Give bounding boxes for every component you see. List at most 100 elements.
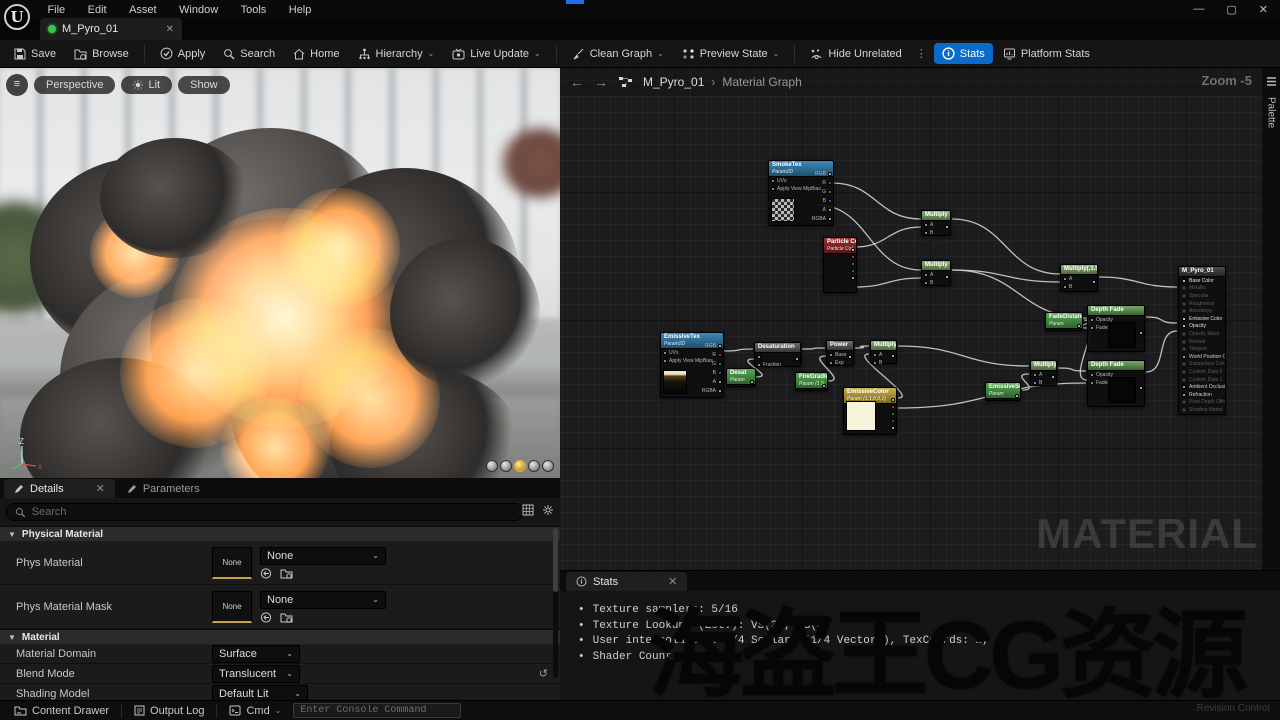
- perspective-button[interactable]: Perspective: [34, 76, 115, 94]
- graph-node-smoke-tex[interactable]: SmokeTexParam2DUVsApply View MipBiasRGBR…: [768, 160, 834, 226]
- hide-unrelated-button[interactable]: Hide Unrelated: [802, 44, 909, 64]
- graph-node-multiply-d[interactable]: MultiplyAB: [1030, 360, 1057, 386]
- tab-m-pyro-01[interactable]: M_Pyro_01 ✕: [40, 18, 182, 40]
- graph-node-particle-color[interactable]: Particle ColorParticle Color: [823, 237, 857, 293]
- output-pin[interactable]: [750, 380, 754, 384]
- graph-node-multiply-a[interactable]: MultiplyAB: [921, 210, 951, 236]
- input-pin[interactable]: B: [1061, 283, 1097, 291]
- output-pin[interactable]: [945, 225, 949, 229]
- graph-node-depth-fade-1[interactable]: Depth FadeOpacityFadeDistance: [1087, 305, 1145, 352]
- output-pin[interactable]: Emissive Color: [1179, 315, 1225, 323]
- output-pin[interactable]: RGB: [815, 171, 832, 177]
- settings-gear-icon[interactable]: [542, 504, 554, 516]
- palette-sidebar-tab[interactable]: Palette: [1262, 68, 1280, 570]
- material-preview-viewport[interactable]: ≡ Perspective Lit Show Z x: [0, 68, 560, 478]
- graph-node-output[interactable]: M_Pyro_01Base ColorMetallicSpecularRough…: [1178, 266, 1226, 415]
- output-pin[interactable]: [891, 354, 895, 358]
- input-pin[interactable]: B: [871, 359, 896, 367]
- platform-stats-button[interactable]: Platform Stats: [995, 44, 1098, 64]
- output-pin[interactable]: R: [712, 352, 722, 358]
- output-pin[interactable]: Opacity: [1179, 323, 1225, 331]
- nav-back-icon[interactable]: ←: [570, 74, 584, 90]
- menu-file[interactable]: File: [38, 2, 74, 18]
- graph-node-power[interactable]: PowerBaseExp: [826, 340, 854, 366]
- graph-node-desat-param[interactable]: DesatParam: [726, 368, 756, 387]
- input-pin[interactable]: Exp: [827, 359, 853, 367]
- output-pin[interactable]: A: [713, 379, 722, 385]
- content-drawer-button[interactable]: Content Drawer: [6, 705, 117, 717]
- tab-stats[interactable]: Stats ✕: [566, 572, 687, 591]
- viewport-menu-icon[interactable]: ≡: [6, 74, 28, 96]
- material-domain-dropdown[interactable]: Surface⌄: [212, 645, 300, 663]
- material-graph-canvas[interactable]: ← → M_Pyro_01 › Material Graph Zoom -5 S…: [560, 68, 1280, 570]
- details-close-icon[interactable]: ✕: [96, 482, 105, 495]
- output-pin[interactable]: Specular: [1179, 292, 1225, 300]
- output-pin[interactable]: Subsurface Color: [1179, 361, 1225, 369]
- browse-to-asset-icon[interactable]: [280, 568, 293, 579]
- tab-details[interactable]: Details ✕: [4, 479, 115, 498]
- output-pin[interactable]: Custom Data 1: [1179, 376, 1225, 384]
- apply-button[interactable]: Apply: [152, 43, 214, 64]
- reset-to-default-icon[interactable]: ↺: [539, 667, 548, 680]
- output-pin[interactable]: [848, 355, 852, 359]
- details-scrollbar[interactable]: [553, 528, 558, 678]
- input-pin[interactable]: B: [922, 229, 950, 237]
- output-pin[interactable]: Normal: [1179, 338, 1225, 346]
- output-pin[interactable]: [945, 275, 949, 279]
- revision-control-status[interactable]: Revision Control: [1197, 703, 1270, 714]
- hide-unrelated-options-icon[interactable]: ⋮: [912, 47, 932, 60]
- output-log-button[interactable]: Output Log: [126, 705, 212, 717]
- preview-mesh-sphere-button[interactable]: [500, 460, 512, 472]
- graph-node-emissive-scale[interactable]: EmissiveScaleParam: [985, 382, 1021, 401]
- output-pin[interactable]: [891, 398, 895, 402]
- graph-node-emissive-tex[interactable]: EmissiveTexParam2DUVsApply View MipBiasR…: [660, 332, 724, 398]
- window-maximize-button[interactable]: ▢: [1226, 3, 1236, 16]
- cmd-selector[interactable]: Cmd⌄: [221, 705, 289, 717]
- clean-graph-button[interactable]: Clean Graph⌄: [564, 44, 672, 64]
- output-pin[interactable]: World Position Offset: [1179, 353, 1225, 361]
- output-pin[interactable]: [1015, 394, 1019, 398]
- input-pin[interactable]: B: [922, 279, 950, 287]
- output-pin[interactable]: R: [822, 180, 832, 186]
- save-button[interactable]: Save: [6, 44, 64, 64]
- output-pin[interactable]: [822, 384, 826, 388]
- output-pin[interactable]: Roughness: [1179, 300, 1225, 308]
- breadcrumb-asset[interactable]: M_Pyro_01: [643, 75, 704, 89]
- graph-node-depth-fade-2[interactable]: Depth FadeOpacityFadeDistance: [1087, 360, 1145, 407]
- output-pin[interactable]: [1051, 375, 1055, 379]
- stats-close-icon[interactable]: ✕: [668, 575, 677, 588]
- section-physical-material[interactable]: ▼Physical Material: [0, 526, 560, 541]
- window-close-button[interactable]: ✕: [1259, 3, 1268, 16]
- output-pin[interactable]: Opacity Mask: [1179, 330, 1225, 338]
- graph-node-multiply-b[interactable]: MultiplyAB: [921, 260, 951, 286]
- menu-help[interactable]: Help: [280, 2, 321, 18]
- graph-node-desaturation[interactable]: DesaturationFraction: [754, 342, 801, 367]
- output-pin[interactable]: Refraction: [1179, 391, 1225, 399]
- use-selected-icon[interactable]: [260, 568, 272, 579]
- output-pin[interactable]: [795, 357, 799, 361]
- graph-node-emissive-color[interactable]: EmissiveColorParam (1,1,0.9,1): [843, 387, 897, 435]
- browse-button[interactable]: Browse: [66, 44, 137, 64]
- output-pin[interactable]: Shading Model: [1179, 406, 1225, 414]
- output-pin[interactable]: Ambient Occlusion: [1179, 383, 1225, 391]
- input-pin[interactable]: B: [1031, 379, 1056, 387]
- show-button[interactable]: Show: [178, 76, 230, 94]
- graph-node-multiply-const[interactable]: Multiply(,1.5)AB: [1060, 264, 1098, 292]
- console-command-input[interactable]: [293, 703, 461, 718]
- output-pin[interactable]: RGBA: [812, 216, 832, 222]
- preview-mesh-cube-button[interactable]: [528, 460, 540, 472]
- output-pin[interactable]: Custom Data 0: [1179, 368, 1225, 376]
- blend-mode-dropdown[interactable]: Translucent⌄: [212, 665, 300, 683]
- menu-asset[interactable]: Asset: [120, 2, 166, 18]
- window-minimize-button[interactable]: —: [1193, 3, 1204, 15]
- phys-material-dropdown[interactable]: None⌄: [260, 547, 386, 565]
- preview-mesh-plane-button[interactable]: [514, 460, 526, 472]
- output-pin[interactable]: Base Color: [1179, 277, 1225, 285]
- lit-button[interactable]: Lit: [121, 76, 172, 94]
- menu-tools[interactable]: Tools: [232, 2, 276, 18]
- output-pin[interactable]: Anisotropy: [1179, 307, 1225, 315]
- output-pin[interactable]: [1077, 324, 1081, 328]
- preview-mesh-cylinder-button[interactable]: [486, 460, 498, 472]
- tab-close-icon[interactable]: ✕: [166, 24, 174, 35]
- output-pin[interactable]: [851, 276, 855, 280]
